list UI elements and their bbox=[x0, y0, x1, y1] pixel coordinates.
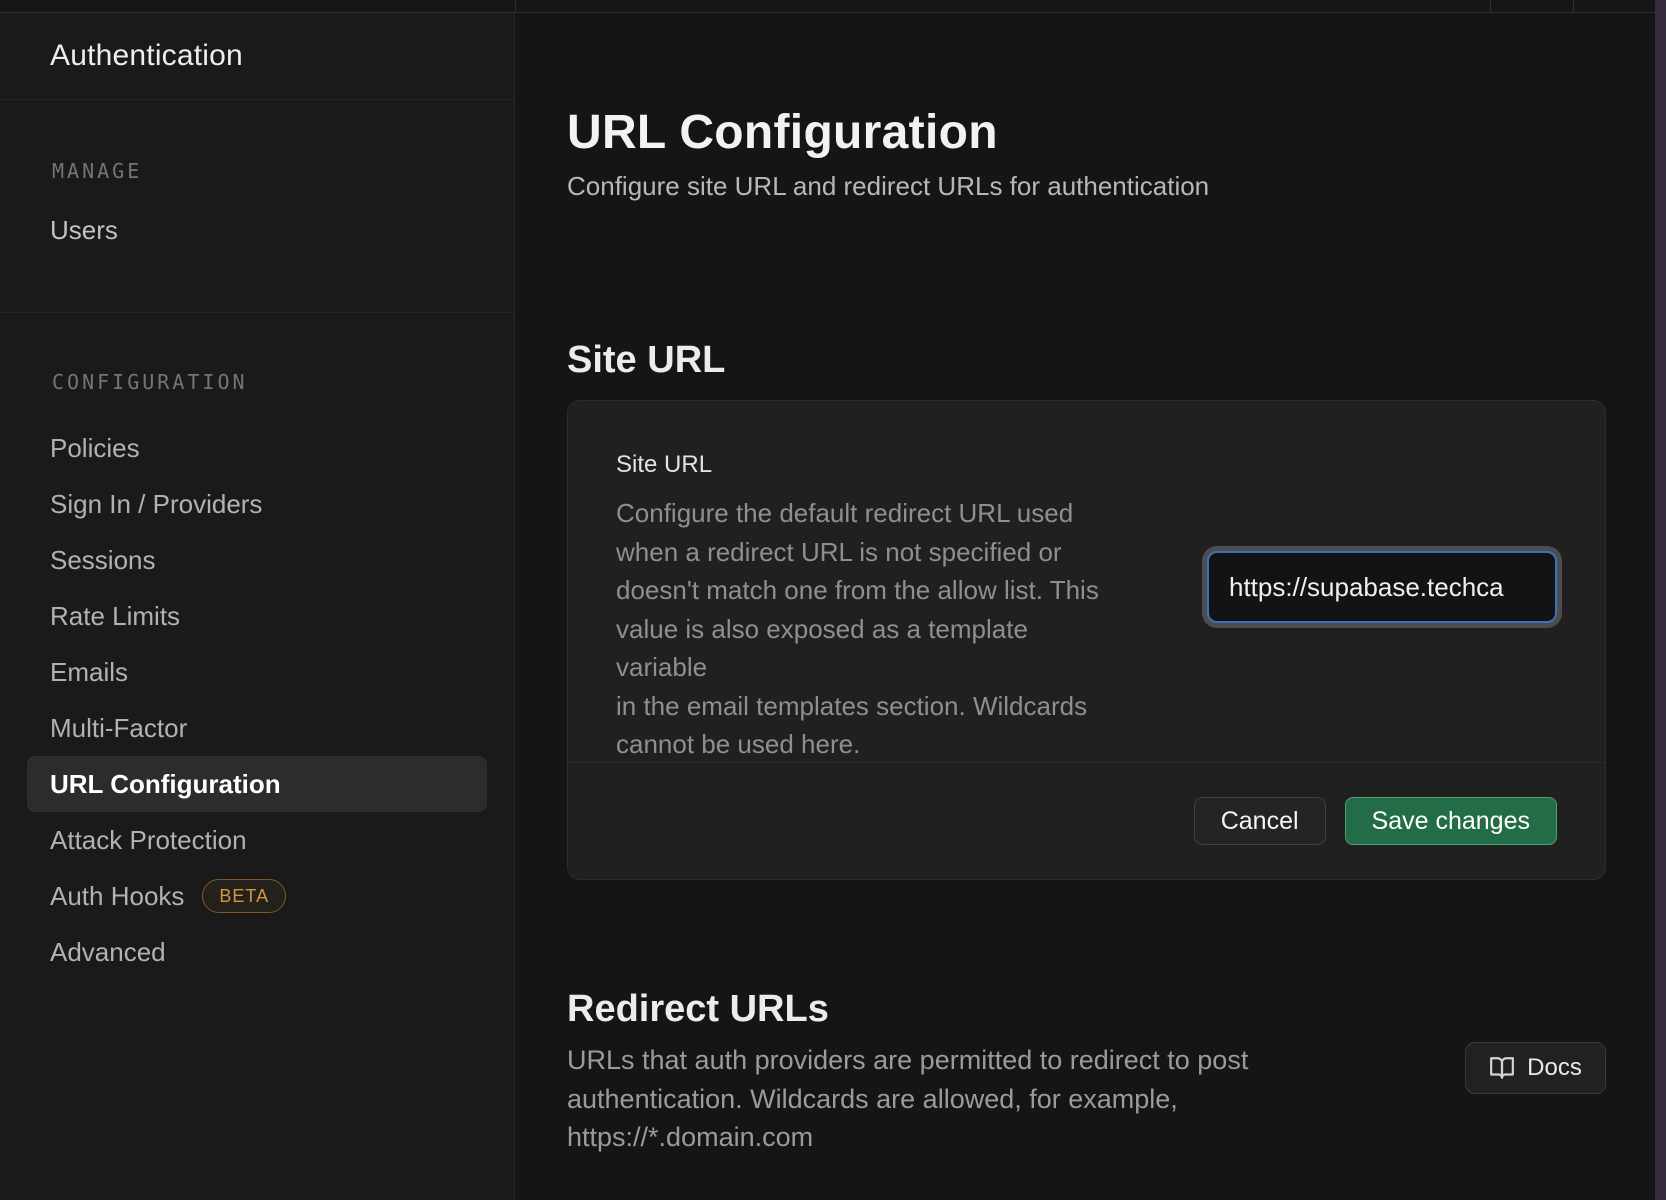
site-url-section-heading: Site URL bbox=[567, 341, 725, 379]
redirect-urls-description: URLs that auth providers are permitted t… bbox=[567, 1041, 1248, 1157]
page-subtitle: Configure site URL and redirect URLs for… bbox=[567, 173, 1209, 199]
top-bar-divider bbox=[515, 0, 516, 13]
sidebar-section-manage-label: MANAGE bbox=[52, 159, 142, 183]
top-bar-divider bbox=[1573, 0, 1574, 13]
auth-sidebar: Authentication MANAGE Users CONFIGURATIO… bbox=[0, 13, 515, 1200]
cancel-button[interactable]: Cancel bbox=[1194, 797, 1326, 845]
sidebar-item-policies[interactable]: Policies bbox=[27, 420, 487, 476]
sidebar-item-rate-limits[interactable]: Rate Limits bbox=[27, 588, 487, 644]
redirect-urls-section-heading: Redirect URLs bbox=[567, 990, 829, 1028]
sidebar-item-emails[interactable]: Emails bbox=[27, 644, 487, 700]
main-content: URL Configuration Configure site URL and… bbox=[516, 13, 1655, 1200]
beta-badge: BETA bbox=[202, 879, 286, 913]
sidebar-section-configuration-label: CONFIGURATION bbox=[52, 370, 248, 394]
sidebar-item-sessions[interactable]: Sessions bbox=[27, 532, 487, 588]
sidebar-title: Authentication bbox=[0, 13, 514, 100]
sidebar-item-url-configuration[interactable]: URL Configuration bbox=[27, 756, 487, 812]
sidebar-item-sign-in-providers[interactable]: Sign In / Providers bbox=[27, 476, 487, 532]
sidebar-item-attack-protection[interactable]: Attack Protection bbox=[27, 812, 487, 868]
sidebar-item-multi-factor[interactable]: Multi-Factor bbox=[27, 700, 487, 756]
sidebar-divider bbox=[0, 312, 514, 313]
top-bar bbox=[0, 0, 1655, 13]
window-edge-strip bbox=[1655, 0, 1666, 1200]
page-title: URL Configuration bbox=[567, 109, 998, 157]
site-url-input[interactable] bbox=[1207, 551, 1557, 623]
top-bar-divider bbox=[1490, 0, 1491, 13]
site-url-field-label: Site URL bbox=[616, 451, 712, 479]
site-url-field-description: Configure the default redirect URL used … bbox=[616, 494, 1126, 764]
sidebar-item-auth-hooks[interactable]: Auth Hooks BETA bbox=[27, 868, 487, 924]
site-url-card-footer: Cancel Save changes bbox=[568, 762, 1605, 879]
sidebar-item-users[interactable]: Users bbox=[27, 206, 487, 254]
docs-button-label: Docs bbox=[1527, 1054, 1582, 1082]
save-changes-button[interactable]: Save changes bbox=[1345, 797, 1557, 845]
site-url-card: Site URL Configure the default redirect … bbox=[567, 400, 1606, 880]
sidebar-item-advanced[interactable]: Advanced bbox=[27, 924, 487, 980]
docs-button[interactable]: Docs bbox=[1465, 1042, 1606, 1094]
sidebar-config-items: Policies Sign In / Providers Sessions Ra… bbox=[27, 420, 487, 980]
book-open-icon bbox=[1489, 1055, 1515, 1081]
